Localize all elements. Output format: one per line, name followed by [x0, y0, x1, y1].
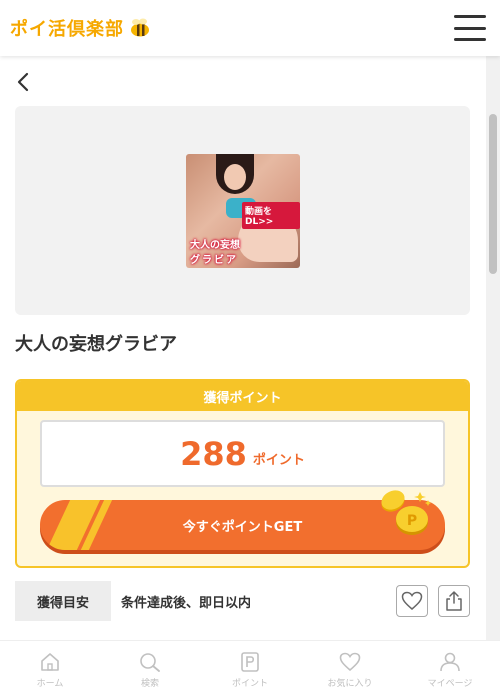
share-button[interactable] [438, 585, 470, 617]
offer-thumbnail[interactable]: 動画をDL>> 大人の妄想 グラビア [186, 154, 300, 268]
coins-icon: P [381, 490, 431, 535]
hamburger-menu-icon[interactable] [454, 15, 486, 41]
tab-points-label: ポイント [231, 679, 268, 689]
app-header: ポイ活倶楽部 [0, 0, 500, 56]
tab-mypage[interactable]: マイページ [405, 652, 495, 689]
offer-banner-area: 動画をDL>> 大人の妄想 グラビア [15, 106, 470, 315]
points-card-header: 獲得ポイント [17, 381, 468, 411]
tab-search[interactable]: 検索 [105, 652, 195, 689]
tab-favorites[interactable]: お気に入り [305, 652, 395, 689]
share-icon [446, 591, 462, 611]
logo-text: ポイ活倶楽部 [10, 19, 124, 40]
heart-icon [339, 652, 361, 672]
estimate-label: 獲得目安 [15, 581, 111, 621]
get-points-button-label: 今すぐポイントGET [182, 519, 303, 535]
site-logo[interactable]: ポイ活倶楽部 [10, 15, 152, 41]
heart-icon [401, 591, 423, 610]
user-icon [440, 652, 460, 672]
scrollbar-thumb[interactable] [489, 114, 497, 274]
points-value: 288 [180, 434, 247, 473]
tab-search-label: 検索 [140, 679, 159, 689]
point-icon [241, 652, 259, 672]
back-chevron-icon[interactable] [14, 70, 34, 94]
thumbnail-title-line1: 大人の妄想 [190, 240, 240, 251]
page-scrollbar[interactable] [486, 56, 500, 640]
thumbnail-dl-badge: 動画をDL>> [242, 202, 300, 229]
estimate-row: 獲得目安 条件達成後、即日以内 [15, 581, 470, 621]
offer-title: 大人の妄想グラビア [15, 334, 177, 355]
points-unit: ポイント [252, 453, 305, 468]
svg-text:P: P [407, 513, 417, 529]
tab-favorites-label: お気に入り [327, 679, 373, 689]
tab-home[interactable]: ホーム [5, 652, 95, 689]
points-value-box: 288 ポイント [40, 420, 445, 487]
thumbnail-title-line2: グラビア [190, 255, 238, 266]
estimate-value: 条件達成後、即日以内 [121, 595, 252, 611]
tab-points[interactable]: ポイント [205, 652, 295, 689]
tab-mypage-label: マイページ [427, 679, 473, 689]
favorite-button[interactable] [396, 585, 428, 617]
tab-home-label: ホーム [36, 679, 64, 689]
home-icon [41, 653, 59, 671]
search-icon [140, 653, 160, 672]
bee-icon [131, 18, 149, 37]
bottom-tab-bar: ホーム 検索 ポイント お気に入り マイページ [0, 640, 500, 700]
